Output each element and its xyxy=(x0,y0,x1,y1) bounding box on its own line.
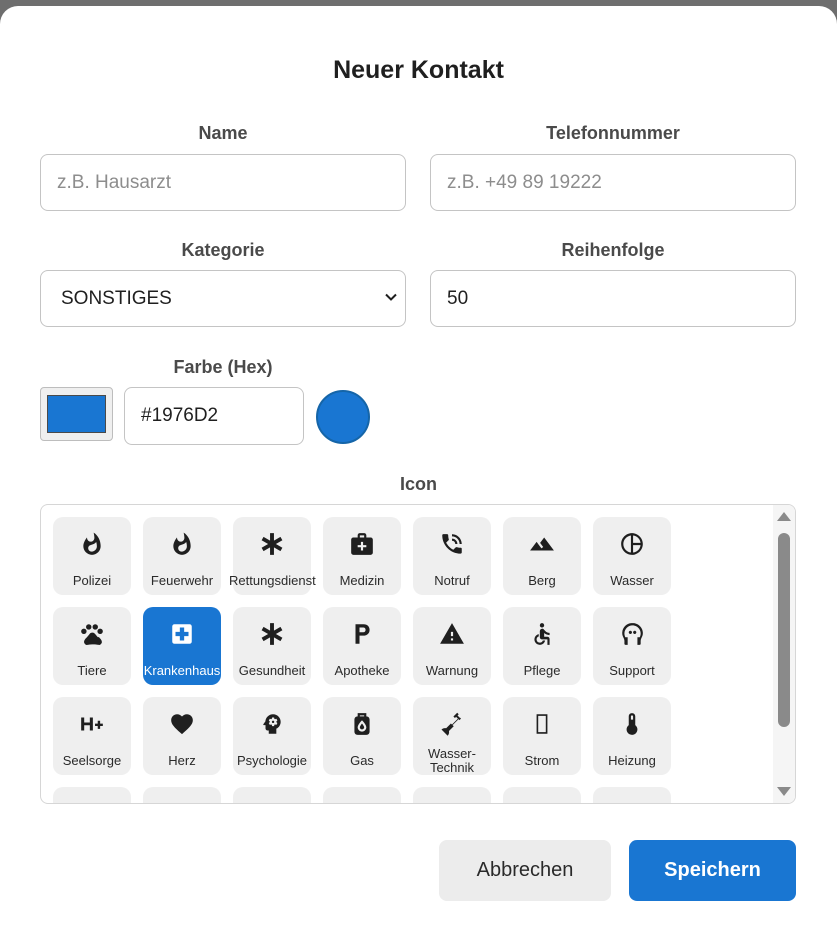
hospital-icon xyxy=(143,619,221,649)
gas-cylinder-icon xyxy=(323,709,401,739)
icon-option-label: Wasser xyxy=(610,573,654,588)
icon-option-polizei[interactable]: Polizei xyxy=(53,517,131,595)
icon-option-label: Apotheke xyxy=(334,663,390,678)
icon-option-heizung[interactable]: Heizung xyxy=(593,697,671,775)
icon-option-partial[interactable] xyxy=(143,787,221,803)
icon-option-label: Gesundheit xyxy=(238,663,306,678)
icon-option-support[interactable]: Support xyxy=(593,607,671,685)
hex-input[interactable] xyxy=(125,388,303,444)
phone-input[interactable] xyxy=(431,155,795,210)
icon-option-partial[interactable] xyxy=(53,787,131,803)
fire-icon xyxy=(143,529,221,559)
icon-option-gesundheit[interactable]: Gesundheit xyxy=(233,607,311,685)
icon-option-label: Heizung xyxy=(608,753,656,768)
icon-option-seelsorge[interactable]: Seelsorge xyxy=(53,697,131,775)
missing-glyph-icon xyxy=(503,709,581,739)
icon-option-label: Wasser- Technik xyxy=(428,746,476,775)
name-input[interactable] xyxy=(41,155,405,210)
asterisk-icon xyxy=(233,529,311,559)
icon-option-wasser-technik[interactable]: Wasser- Technik xyxy=(413,697,491,775)
icon-option-pflege[interactable]: Pflege xyxy=(503,607,581,685)
icon-option-label: Support xyxy=(609,663,655,678)
thermometer-icon xyxy=(593,709,671,739)
icon-option-rettungsdienst[interactable]: Rettungsdienst xyxy=(229,517,316,595)
phone-label: Telefonnummer xyxy=(546,123,680,143)
category-selected-value: SONSTIGES xyxy=(61,288,172,309)
color-swatch xyxy=(47,395,106,433)
order-field[interactable] xyxy=(430,270,796,327)
icon-option-partial[interactable] xyxy=(593,787,671,803)
pie-icon xyxy=(593,529,671,559)
icon-option-gas[interactable]: Gas xyxy=(323,697,401,775)
icon-option-label: Pflege xyxy=(523,663,561,678)
dialog-title: Neuer Kontakt xyxy=(333,56,504,84)
icon-option-psychologie[interactable]: Psychologie xyxy=(233,697,311,775)
mountain-icon xyxy=(503,529,581,559)
order-label: Reihenfolge xyxy=(561,240,665,260)
h-plus-icon xyxy=(53,709,131,739)
category-select[interactable]: SONSTIGES xyxy=(40,270,406,327)
icon-option-label: Feuerwehr xyxy=(150,573,214,588)
icon-option-apotheke[interactable]: Apotheke xyxy=(323,607,401,685)
icon-option-tiere[interactable]: Tiere xyxy=(53,607,131,685)
icon-option-label: Tiere xyxy=(77,663,107,678)
icon-option-label: Krankenhaus xyxy=(143,663,221,678)
icon-option-berg[interactable]: Berg xyxy=(503,517,581,595)
asterisk-icon xyxy=(233,619,311,649)
phone-field[interactable] xyxy=(430,154,796,211)
icon-option-krankenhaus[interactable]: Krankenhaus xyxy=(143,607,221,685)
color-picker-button[interactable] xyxy=(40,387,113,441)
icon-option-medizin[interactable]: Medizin xyxy=(323,517,401,595)
scroll-down-arrow-icon[interactable] xyxy=(777,787,791,796)
icon-picker[interactable]: Polizei Feuerwehr Rettungsdienst Medizin Not… xyxy=(40,504,796,804)
icon-option-partial[interactable] xyxy=(503,787,581,803)
plumbing-icon xyxy=(413,709,491,739)
icon-option-label: Rettungsdienst xyxy=(229,573,316,588)
icon-option-partial[interactable] xyxy=(323,787,401,803)
icon-option-wasser[interactable]: Wasser xyxy=(593,517,671,595)
icon-option-label: Berg xyxy=(528,573,556,588)
scroll-up-arrow-icon[interactable] xyxy=(777,512,791,521)
medical-bag-icon xyxy=(323,529,401,559)
icon-option-label: Herz xyxy=(168,753,196,768)
pharmacy-p-icon xyxy=(323,619,401,649)
icon-option-label: Gas xyxy=(350,753,374,768)
scrollbar-thumb[interactable] xyxy=(778,533,790,727)
save-button[interactable]: Speichern xyxy=(629,840,796,901)
new-contact-dialog: Neuer Kontakt Name Telefonnummer Kategor… xyxy=(0,6,837,942)
icon-option-label: Strom xyxy=(524,753,560,768)
name-label: Name xyxy=(198,123,248,143)
category-label: Kategorie xyxy=(181,240,265,260)
icon-option-label: Medizin xyxy=(339,573,385,588)
icon-label: Icon xyxy=(399,474,437,494)
icon-option-label: Warnung xyxy=(425,663,479,678)
psychology-icon xyxy=(233,709,311,739)
icon-option-partial[interactable] xyxy=(233,787,311,803)
paw-icon xyxy=(53,619,131,649)
order-input[interactable] xyxy=(431,271,795,326)
hex-field[interactable] xyxy=(124,387,304,445)
cancel-button[interactable]: Abbrechen xyxy=(439,840,611,901)
icon-option-strom[interactable]: Strom xyxy=(503,697,581,775)
chevron-down-icon xyxy=(385,293,397,301)
phone-call-icon xyxy=(413,529,491,559)
name-field[interactable] xyxy=(40,154,406,211)
icon-option-label: Seelsorge xyxy=(62,753,122,768)
icon-option-partial[interactable] xyxy=(413,787,491,803)
icon-picker-scrollbar[interactable] xyxy=(773,505,795,803)
heart-icon xyxy=(143,709,221,739)
icon-option-notruf[interactable]: Notruf xyxy=(413,517,491,595)
icon-option-label: Polizei xyxy=(72,573,112,588)
icon-option-label: Psychologie xyxy=(236,753,308,768)
icon-option-warnung[interactable]: Warnung xyxy=(413,607,491,685)
icon-option-herz[interactable]: Herz xyxy=(143,697,221,775)
color-label: Farbe (Hex) xyxy=(173,357,273,377)
wheelchair-icon xyxy=(503,619,581,649)
fire-icon xyxy=(53,529,131,559)
icon-option-label: Notruf xyxy=(434,573,470,588)
color-preview-circle xyxy=(316,390,370,444)
warning-icon xyxy=(413,619,491,649)
icon-option-feuerwehr[interactable]: Feuerwehr xyxy=(143,517,221,595)
headset-icon xyxy=(593,619,671,649)
